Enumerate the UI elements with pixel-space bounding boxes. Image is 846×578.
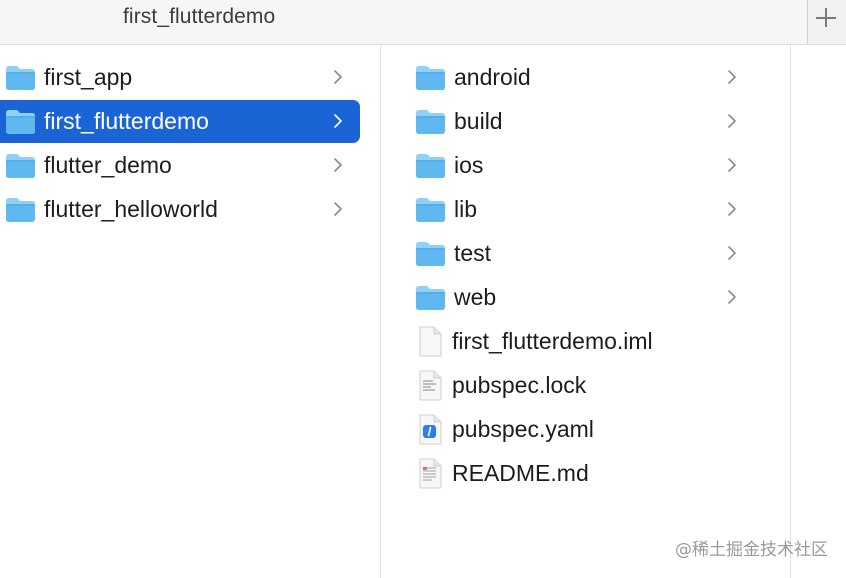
folder-icon [5,197,36,223]
chevron-right-icon [724,157,740,173]
folder-icon [415,153,446,179]
chevron-right-icon [724,289,740,305]
file-row-test[interactable]: test [414,232,764,275]
column-empty[interactable] [792,45,846,578]
file-row-flutter-helloworld[interactable]: flutter_helloworld [0,188,360,231]
folder-icon [415,109,446,135]
file-row-label: build [454,108,503,134]
file-row-readme-md[interactable]: README.md [414,452,764,495]
watermark: @稀土掘金技术社区 [675,540,828,560]
file-row-label: pubspec.lock [452,372,587,398]
chevron-right-icon [724,245,740,261]
file-row-label: web [454,284,497,310]
tab-bar: first_flutterdemo [0,0,846,45]
tab-title[interactable]: first_flutterdemo [123,5,275,29]
file-row-label: ios [454,152,484,178]
file-row-label: README.md [452,460,589,486]
yaml-file-icon [417,414,444,445]
file-row-label: android [454,64,531,90]
file-row-lib[interactable]: lib [414,188,764,231]
blank-file-icon [417,326,444,357]
folder-icon [5,153,36,179]
folder-icon [415,285,446,311]
file-row-label: test [454,240,492,266]
add-tab-button[interactable] [807,0,846,44]
file-row-label: lib [454,196,478,222]
folder-icon [415,65,446,91]
file-row-label: flutter_helloworld [44,196,218,222]
markdown-file-icon [417,458,444,489]
file-row-first-app[interactable]: first_app [0,56,360,99]
file-row-first-flutterdemo[interactable]: first_flutterdemo [0,100,360,143]
file-row-pubspec-lock[interactable]: pubspec.lock [414,364,764,407]
file-row-label: first_flutterdemo [44,108,209,134]
folder-icon [5,65,36,91]
chevron-right-icon [724,201,740,217]
file-row-build[interactable]: build [414,100,764,143]
finder-window: first_flutterdemo first_app first_flutter… [0,0,846,578]
file-row-label: first_flutterdemo.iml [452,328,653,354]
file-row-label: first_app [44,64,133,90]
file-row-flutter-demo[interactable]: flutter_demo [0,144,360,187]
folder-icon [415,241,446,267]
folder-icon [415,197,446,223]
file-row-web[interactable]: web [414,276,764,319]
column-parent-folders[interactable]: first_app first_flutterdemo flutter_demofl… [0,45,381,578]
chevron-right-icon [330,157,346,173]
file-row-label: flutter_demo [44,152,172,178]
chevron-right-icon [724,113,740,129]
chevron-right-icon [724,69,740,85]
text-file-icon [417,370,444,401]
file-row-pubspec-yaml[interactable]: pubspec.yaml [414,408,764,451]
chevron-right-icon [330,201,346,217]
column-folder-contents[interactable]: android build ios lib test web first_flutterde… [382,45,791,578]
chevron-right-icon [330,69,346,85]
folder-icon [5,109,36,135]
chevron-right-icon [330,113,346,129]
file-row-first-flutterdemo-iml[interactable]: first_flutterdemo.iml [414,320,764,363]
file-row-ios[interactable]: ios [414,144,764,187]
file-row-android[interactable]: android [414,56,764,99]
file-row-label: pubspec.yaml [452,416,594,442]
